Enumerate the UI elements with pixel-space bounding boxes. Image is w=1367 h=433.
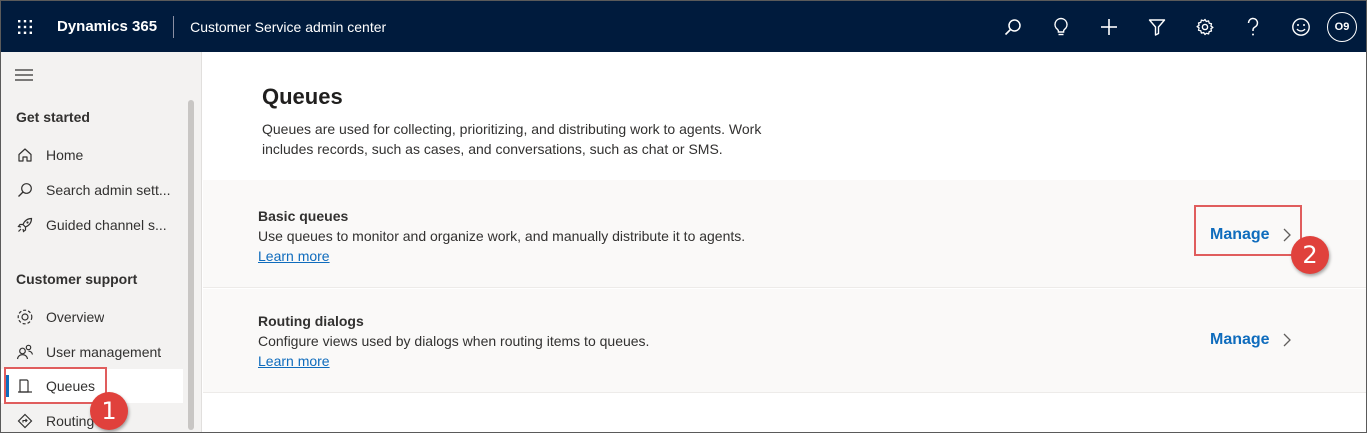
app-frame: Dynamics 365 Customer Service admin cent… [0, 0, 1367, 433]
sidebar-item-home[interactable]: Home [1, 138, 183, 172]
sidebar-item-overview[interactable]: Overview [1, 300, 183, 334]
card-description: Use queues to monitor and organize work,… [258, 228, 746, 244]
sidebar-scrollbar[interactable] [188, 100, 194, 430]
settings-icon[interactable] [1181, 1, 1229, 52]
rocket-icon [15, 215, 35, 235]
manage-label: Manage [1210, 331, 1270, 348]
card-routing-dialogs: Routing dialogs Configure views used by … [203, 289, 1366, 393]
section-title-get-started: Get started [16, 109, 90, 125]
step-badge-1: 1 [90, 392, 128, 430]
chevron-right-icon [1283, 333, 1291, 347]
header-actions: O9 [989, 1, 1366, 52]
lightbulb-icon[interactable] [1037, 1, 1085, 52]
step-badge-2: 2 [1291, 236, 1329, 274]
smiley-icon[interactable] [1277, 1, 1325, 52]
sidebar-item-label: Search admin sett... [46, 182, 171, 198]
sidebar-item-search-admin-settings[interactable]: Search admin sett... [1, 173, 183, 207]
page-description: Queues are used for collecting, prioriti… [262, 121, 762, 157]
home-icon [15, 145, 35, 165]
overview-icon [15, 307, 35, 327]
app-name: Customer Service admin center [190, 18, 387, 35]
manage-routing-dialogs-button[interactable]: Manage [1210, 331, 1292, 349]
sidebar-item-user-management[interactable]: User management [1, 335, 183, 369]
plus-icon[interactable] [1085, 1, 1133, 52]
sidebar-item-guided-channel-setup[interactable]: Guided channel s... [1, 208, 183, 242]
highlight-box-queues [4, 367, 107, 404]
top-bar: Dynamics 365 Customer Service admin cent… [1, 1, 1366, 52]
learn-more-link[interactable]: Learn more [258, 353, 330, 369]
page-title: Queues [262, 84, 343, 109]
sidebar-item-label: Routing [46, 413, 95, 429]
card-title: Routing dialogs [258, 313, 364, 329]
learn-more-link[interactable]: Learn more [258, 248, 330, 264]
card-basic-queues: Basic queues Use queues to monitor and o… [203, 180, 1366, 288]
main-content: Queues Queues are used for collecting, p… [203, 52, 1366, 432]
waffle-icon[interactable] [1, 1, 49, 52]
help-icon[interactable] [1229, 1, 1277, 52]
section-title-customer-support: Customer support [16, 271, 138, 287]
highlight-box-manage [1194, 205, 1302, 256]
card-description: Configure views used by dialogs when rou… [258, 333, 650, 349]
brand-name[interactable]: Dynamics 365 [49, 18, 173, 35]
hamburger-icon[interactable] [15, 68, 33, 81]
filter-icon[interactable] [1133, 1, 1181, 52]
card-title: Basic queues [258, 208, 349, 224]
users-icon [15, 342, 35, 362]
sidebar-item-label: Overview [46, 309, 105, 325]
avatar[interactable]: O9 [1327, 11, 1357, 42]
sidebar-item-label: User management [46, 344, 162, 360]
sidebar-item-label: Home [46, 147, 84, 163]
routing-icon [15, 411, 35, 431]
sidebar-item-label: Guided channel s... [46, 217, 167, 233]
search-icon[interactable] [989, 1, 1037, 52]
search-icon [15, 180, 35, 200]
